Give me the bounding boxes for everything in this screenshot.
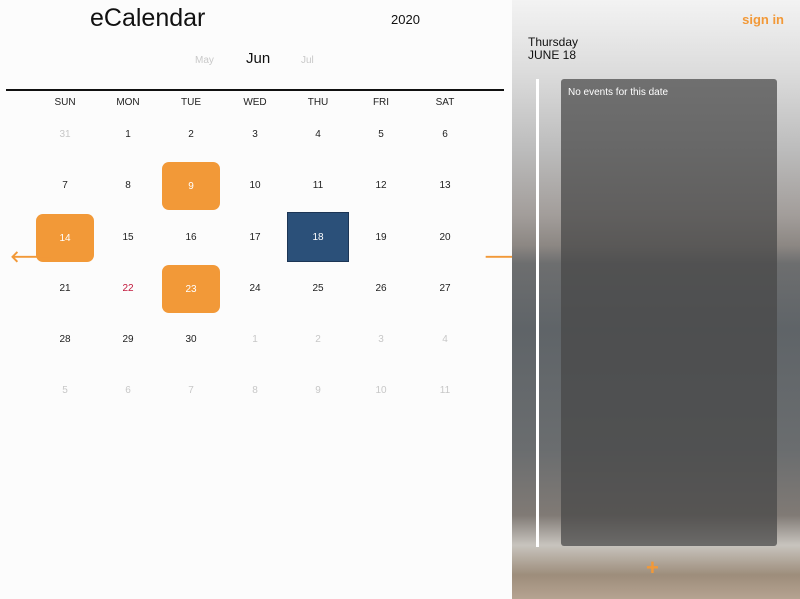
weekday-sun: SUN	[54, 97, 76, 108]
weekday-sat: SAT	[435, 97, 455, 108]
day-cell[interactable]: 4	[289, 111, 347, 157]
selected-date: JUNE 18	[528, 48, 577, 62]
app-title: eCalendar	[90, 4, 206, 32]
day-cell[interactable]: 12	[352, 162, 410, 208]
day-cell[interactable]: 21	[36, 265, 94, 311]
weekday-tue: TUE	[181, 97, 201, 108]
events-list: No events for this date	[561, 79, 777, 546]
day-cell[interactable]: 7	[36, 162, 94, 208]
arrow-left-icon[interactable]: 🡐	[10, 246, 53, 267]
day-cell[interactable]: 23	[162, 265, 220, 313]
day-cell[interactable]: 11	[289, 162, 347, 208]
day-cell[interactable]: 3	[226, 111, 284, 157]
day-cell[interactable]: 20	[416, 214, 474, 260]
day-cell[interactable]: 6	[99, 367, 157, 413]
prev-month-label[interactable]: May	[195, 55, 214, 66]
weekday-wed: WED	[243, 97, 267, 108]
day-cell[interactable]: 16	[162, 214, 220, 260]
add-event-icon[interactable]: +	[646, 555, 659, 581]
day-cell[interactable]: 1	[99, 111, 157, 157]
day-cell[interactable]: 6	[416, 111, 474, 157]
calendar-panel: eCalendar 2020 May Jun Jul SUN MON TUE WED T…	[0, 0, 527, 599]
day-cell[interactable]: 4	[416, 316, 474, 362]
day-cell[interactable]: 15	[99, 214, 157, 260]
day-cell[interactable]: 7	[162, 367, 220, 413]
day-cell[interactable]: 8	[226, 367, 284, 413]
day-cell[interactable]: 9	[289, 367, 347, 413]
day-cell[interactable]: 13	[416, 162, 474, 208]
day-cell[interactable]: 10	[352, 367, 410, 413]
day-cell[interactable]: 27	[416, 265, 474, 311]
day-cell[interactable]: 2	[162, 111, 220, 157]
day-cell[interactable]: 5	[352, 111, 410, 157]
next-month-label[interactable]: Jul	[301, 55, 314, 66]
day-cell[interactable]: 24	[226, 265, 284, 311]
weekday-mon: MON	[116, 97, 140, 108]
day-cell[interactable]: 11	[416, 367, 474, 413]
day-cell[interactable]: 22	[99, 265, 157, 311]
day-cell[interactable]: 17	[226, 214, 284, 260]
timeline-line	[536, 79, 539, 547]
events-panel: sign in Thursday JUNE 18 No events for t…	[512, 0, 800, 599]
day-cell[interactable]: 30	[162, 316, 220, 362]
day-cell[interactable]: 26	[352, 265, 410, 311]
day-cell[interactable]: 8	[99, 162, 157, 208]
day-cell[interactable]: 9	[162, 162, 220, 210]
calendar-app: eCalendar 2020 May Jun Jul SUN MON TUE WED T…	[0, 0, 800, 599]
selected-weekday: Thursday	[528, 35, 579, 49]
current-month-label: Jun	[246, 50, 271, 67]
year-label[interactable]: 2020	[391, 12, 420, 27]
weekday-thu: THU	[307, 97, 329, 108]
day-cell[interactable]: 5	[36, 367, 94, 413]
header-divider	[6, 89, 504, 91]
day-cell[interactable]: 31	[36, 111, 94, 157]
day-cell[interactable]: 10	[226, 162, 284, 208]
weekday-fri: FRI	[372, 97, 390, 108]
day-cell[interactable]: 29	[99, 316, 157, 362]
day-cell[interactable]: 19	[352, 214, 410, 260]
sign-in-link[interactable]: sign in	[742, 12, 784, 27]
day-cell[interactable]: 3	[352, 316, 410, 362]
day-cell[interactable]: 28	[36, 316, 94, 362]
no-events-message: No events for this date	[568, 87, 669, 98]
day-cell[interactable]: 2	[289, 316, 347, 362]
selected-day-cell[interactable]: 18	[287, 212, 349, 262]
day-cell[interactable]: 25	[289, 265, 347, 311]
day-cell[interactable]: 1	[226, 316, 284, 362]
